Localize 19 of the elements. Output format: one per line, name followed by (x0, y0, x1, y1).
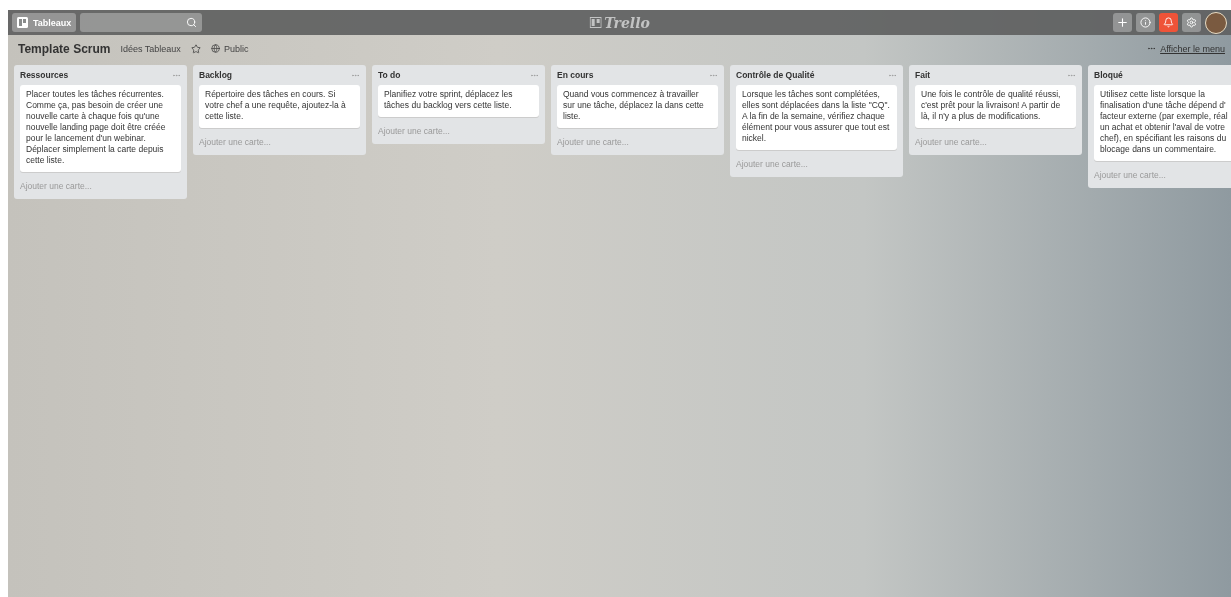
card[interactable]: Utilisez cette liste lorsque la finalisation d'une tâche dépend d' facteur externe (par exemple, réal un achat et obtenir l'aval de votre chef), en spécifiant les raisons du blocage dans un commentaire. (1094, 85, 1231, 161)
board-title[interactable]: Template Scrum (18, 41, 111, 56)
card[interactable]: Quand vous commencez à travailler sur une tâche, déplacez la dans cette liste. (557, 85, 718, 128)
card[interactable]: Lorsque les tâches sont complétées, elles sont déplacées dans la liste "CQ". A la fin de la semaine, vérifiez chaque élément pour vous assurer que tout est nickel. (736, 85, 897, 150)
list-title[interactable]: To do (378, 70, 401, 80)
list-title[interactable]: Ressources (20, 70, 69, 80)
list-title[interactable]: Fait (915, 70, 931, 80)
logo: Trello (589, 14, 650, 31)
visibility-button[interactable]: Public (210, 43, 249, 54)
show-menu-link[interactable]: Afficher le menu (1160, 43, 1225, 54)
list-title[interactable]: Bloqué (1094, 70, 1123, 80)
list-title[interactable]: Backlog (199, 70, 233, 80)
team-link[interactable]: Idées Tableaux (120, 43, 181, 54)
card[interactable]: Placer toutes les tâches récurrentes. Comme ça, pas besoin de créer une nouvelle carte à chaque fois qu'une nouvelle landing page doit être créée pour le lancement d'un webinar. Déplacer simplement la carte depuis cette liste. (20, 85, 181, 172)
card[interactable]: Répertoire des tâches en cours. Si votre chef a une requête, ajoutez-la à cette liste. (199, 85, 360, 128)
card[interactable]: Une fois le contrôle de qualité réussi, c'est prêt pour la livraison! A partir de là, il n'y a plus de modifications. (915, 85, 1076, 128)
card[interactable]: Planifiez votre sprint, déplacez les tâches du backlog vers cette liste. (378, 85, 539, 117)
list-title[interactable]: Contrôle de Qualité (736, 70, 815, 80)
list-title[interactable]: En cours (557, 70, 594, 80)
